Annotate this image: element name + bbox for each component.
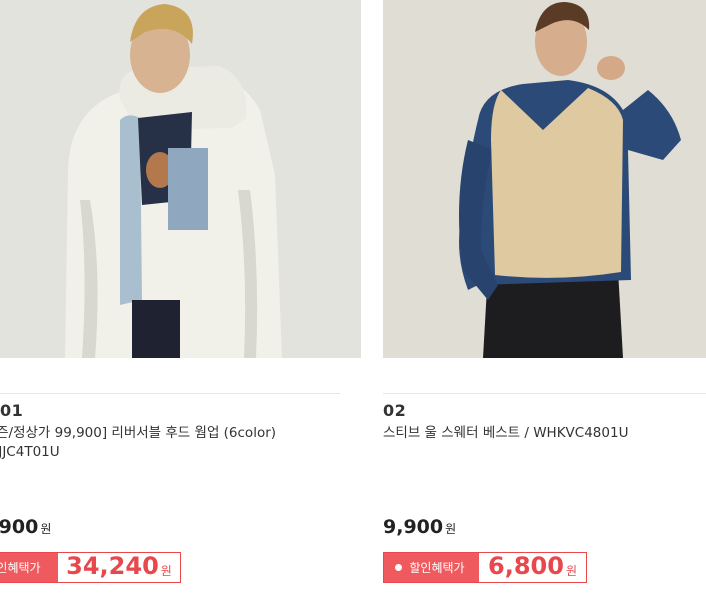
divider [383, 393, 706, 394]
product-image[interactable] [0, 0, 361, 358]
price-value: 9,900 [383, 516, 444, 538]
price-unit: 원 [445, 522, 457, 536]
discount-price-value: 34,240 [66, 552, 159, 580]
product-name[interactable]: [역시즌/정상가 99,900] 리버서블 후드 웜업 (6color) / W… [0, 424, 336, 462]
divider [0, 393, 340, 394]
product-image[interactable] [383, 0, 706, 358]
discount-label-text: 할인혜택가 [409, 561, 465, 575]
discount-price-unit: 원 [160, 564, 172, 578]
product-number: 01 [0, 401, 24, 420]
discount-price-value: 6,800 [488, 552, 564, 580]
price-value: 49,900 [0, 516, 39, 538]
product-name-text[interactable]: [역시즌/정상가 99,900] 리버서블 후드 웜업 (6color) [0, 425, 276, 441]
product-price: 49,900원 [0, 516, 51, 538]
product-name-text[interactable]: 스티브 울 스웨터 베스트 / WHKVC4801U [383, 425, 628, 441]
dot-icon [395, 564, 403, 571]
price-unit: 원 [40, 522, 52, 536]
discount-label: 할인혜택가 [384, 553, 479, 582]
discount-label: 할인혜택가 [0, 553, 58, 582]
discount-price: 6,800 원 [479, 553, 586, 582]
discount-price-box: 할인혜택가 34,240원 [0, 552, 181, 583]
discount-price-box: 할인혜택가 6,800 원 [383, 552, 587, 583]
product-photo-vest [383, 0, 706, 358]
discount-price-unit: 원 [565, 564, 577, 578]
product-code[interactable]: / WHJJC4T01U [0, 443, 336, 462]
product-name[interactable]: 스티브 울 스웨터 베스트 / WHKVC4801U [383, 424, 703, 443]
product-photo-hoodie [0, 0, 361, 358]
product-price: 9,900 원 [383, 516, 456, 538]
product-number: 02 [383, 401, 407, 420]
discount-price: 34,240 원 [58, 553, 180, 582]
discount-label-text: 할인혜택가 [0, 561, 41, 575]
